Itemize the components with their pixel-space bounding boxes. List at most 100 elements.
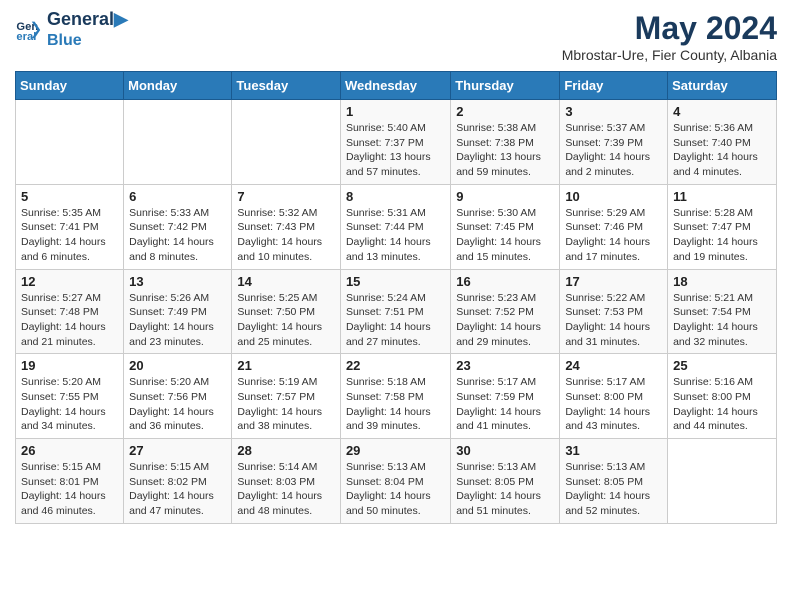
cell-info: Sunrise: 5:16 AM Sunset: 8:00 PM Dayligh… bbox=[673, 375, 771, 434]
title-area: May 2024 Mbrostar-Ure, Fier County, Alba… bbox=[562, 10, 777, 63]
week-row-3: 12 Sunrise: 5:27 AM Sunset: 7:48 PM Dayli… bbox=[16, 269, 777, 354]
cell-info: Sunrise: 5:13 AM Sunset: 8:05 PM Dayligh… bbox=[565, 460, 662, 519]
logo: Gen eral General▶ Blue bbox=[15, 10, 128, 50]
day-header-sunday: Sunday bbox=[16, 72, 124, 100]
calendar-cell: 13Sunrise: 5:26 AM Sunset: 7:49 PM Dayli… bbox=[124, 269, 232, 354]
calendar-cell bbox=[668, 439, 777, 524]
day-number: 12 bbox=[21, 274, 118, 289]
cell-info: Sunrise: 5:33 AM Sunset: 7:42 PM Dayligh… bbox=[129, 206, 226, 265]
cell-info: Sunrise: 5:40 AM Sunset: 7:37 PM Dayligh… bbox=[346, 121, 445, 180]
calendar-cell: 15Sunrise: 5:24 AM Sunset: 7:51 PM Dayli… bbox=[340, 269, 450, 354]
day-number: 9 bbox=[456, 189, 554, 204]
day-number: 26 bbox=[21, 443, 118, 458]
calendar-cell: 26 Sunrise: 5:15 AM Sunset: 8:01 PM Dayli… bbox=[16, 439, 124, 524]
week-row-4: 19 Sunrise: 5:20 AM Sunset: 7:55 PM Dayli… bbox=[16, 354, 777, 439]
day-number: 18 bbox=[673, 274, 771, 289]
day-header-saturday: Saturday bbox=[668, 72, 777, 100]
calendar-cell bbox=[16, 100, 124, 185]
calendar-cell: 7 Sunrise: 5:32 AM Sunset: 7:43 PM Daylig… bbox=[232, 184, 341, 269]
calendar-cell: 24 Sunrise: 5:17 AM Sunset: 8:00 PM Dayli… bbox=[560, 354, 668, 439]
day-number: 17 bbox=[565, 274, 662, 289]
calendar-cell: 20 Sunrise: 5:20 AM Sunset: 7:56 PM Dayli… bbox=[124, 354, 232, 439]
cell-info: Sunrise: 5:14 AM Sunset: 8:03 PM Dayligh… bbox=[237, 460, 335, 519]
day-number: 28 bbox=[237, 443, 335, 458]
day-number: 23 bbox=[456, 358, 554, 373]
day-number: 5 bbox=[21, 189, 118, 204]
day-number: 16 bbox=[456, 274, 554, 289]
calendar-cell: 21 Sunrise: 5:19 AM Sunset: 7:57 PM Dayli… bbox=[232, 354, 341, 439]
logo-text: General▶ bbox=[47, 10, 128, 30]
day-number: 6 bbox=[129, 189, 226, 204]
calendar-cell: 11 Sunrise: 5:28 AM Sunset: 7:47 PM Dayli… bbox=[668, 184, 777, 269]
cell-info: Sunrise: 5:17 AM Sunset: 8:00 PM Dayligh… bbox=[565, 375, 662, 434]
day-number: 29 bbox=[346, 443, 445, 458]
day-number: 21 bbox=[237, 358, 335, 373]
day-number: 24 bbox=[565, 358, 662, 373]
day-header-tuesday: Tuesday bbox=[232, 72, 341, 100]
cell-info: Sunrise: 5:20 AM Sunset: 7:56 PM Dayligh… bbox=[129, 375, 226, 434]
day-number: 8 bbox=[346, 189, 445, 204]
calendar-cell: 18 Sunrise: 5:21 AM Sunset: 7:54 PM Dayli… bbox=[668, 269, 777, 354]
day-number: 3 bbox=[565, 104, 662, 119]
cell-info: Sunrise: 5:28 AM Sunset: 7:47 PM Dayligh… bbox=[673, 206, 771, 265]
cell-info: Sunrise: 5:21 AM Sunset: 7:54 PM Dayligh… bbox=[673, 291, 771, 350]
day-number: 4 bbox=[673, 104, 771, 119]
calendar-cell: 31Sunrise: 5:13 AM Sunset: 8:05 PM Dayli… bbox=[560, 439, 668, 524]
day-number: 19 bbox=[21, 358, 118, 373]
cell-info: Sunrise: 5:15 AM Sunset: 8:01 PM Dayligh… bbox=[21, 460, 118, 519]
week-row-1: 1 Sunrise: 5:40 AM Sunset: 7:37 PM Daylig… bbox=[16, 100, 777, 185]
cell-info: Sunrise: 5:31 AM Sunset: 7:44 PM Dayligh… bbox=[346, 206, 445, 265]
header: Gen eral General▶ Blue May 2024 Mbrostar… bbox=[15, 10, 777, 63]
day-number: 27 bbox=[129, 443, 226, 458]
calendar-cell: 17 Sunrise: 5:22 AM Sunset: 7:53 PM Dayli… bbox=[560, 269, 668, 354]
calendar-cell: 28 Sunrise: 5:14 AM Sunset: 8:03 PM Dayli… bbox=[232, 439, 341, 524]
calendar-cell: 6 Sunrise: 5:33 AM Sunset: 7:42 PM Daylig… bbox=[124, 184, 232, 269]
calendar-cell: 9 Sunrise: 5:30 AM Sunset: 7:45 PM Daylig… bbox=[451, 184, 560, 269]
calendar-cell: 16 Sunrise: 5:23 AM Sunset: 7:52 PM Dayli… bbox=[451, 269, 560, 354]
calendar-cell: 19 Sunrise: 5:20 AM Sunset: 7:55 PM Dayli… bbox=[16, 354, 124, 439]
cell-info: Sunrise: 5:23 AM Sunset: 7:52 PM Dayligh… bbox=[456, 291, 554, 350]
calendar-cell: 29 Sunrise: 5:13 AM Sunset: 8:04 PM Dayli… bbox=[340, 439, 450, 524]
cell-info: Sunrise: 5:38 AM Sunset: 7:38 PM Dayligh… bbox=[456, 121, 554, 180]
week-row-2: 5 Sunrise: 5:35 AM Sunset: 7:41 PM Daylig… bbox=[16, 184, 777, 269]
calendar-table: SundayMondayTuesdayWednesdayThursdayFrid… bbox=[15, 71, 777, 524]
main-title: May 2024 bbox=[562, 10, 777, 47]
calendar-cell: 25Sunrise: 5:16 AM Sunset: 8:00 PM Dayli… bbox=[668, 354, 777, 439]
cell-info: Sunrise: 5:27 AM Sunset: 7:48 PM Dayligh… bbox=[21, 291, 118, 350]
cell-info: Sunrise: 5:35 AM Sunset: 7:41 PM Dayligh… bbox=[21, 206, 118, 265]
cell-info: Sunrise: 5:13 AM Sunset: 8:04 PM Dayligh… bbox=[346, 460, 445, 519]
calendar-cell: 5 Sunrise: 5:35 AM Sunset: 7:41 PM Daylig… bbox=[16, 184, 124, 269]
cell-info: Sunrise: 5:22 AM Sunset: 7:53 PM Dayligh… bbox=[565, 291, 662, 350]
cell-info: Sunrise: 5:37 AM Sunset: 7:39 PM Dayligh… bbox=[565, 121, 662, 180]
day-number: 1 bbox=[346, 104, 445, 119]
calendar-cell: 30Sunrise: 5:13 AM Sunset: 8:05 PM Dayli… bbox=[451, 439, 560, 524]
cell-info: Sunrise: 5:25 AM Sunset: 7:50 PM Dayligh… bbox=[237, 291, 335, 350]
logo-icon: Gen eral bbox=[15, 16, 43, 44]
cell-info: Sunrise: 5:32 AM Sunset: 7:43 PM Dayligh… bbox=[237, 206, 335, 265]
calendar-cell: 12 Sunrise: 5:27 AM Sunset: 7:48 PM Dayli… bbox=[16, 269, 124, 354]
cell-info: Sunrise: 5:13 AM Sunset: 8:05 PM Dayligh… bbox=[456, 460, 554, 519]
calendar-cell: 10Sunrise: 5:29 AM Sunset: 7:46 PM Dayli… bbox=[560, 184, 668, 269]
logo-subtext: Blue bbox=[47, 30, 128, 50]
day-header-wednesday: Wednesday bbox=[340, 72, 450, 100]
calendar-cell: 22 Sunrise: 5:18 AM Sunset: 7:58 PM Dayli… bbox=[340, 354, 450, 439]
calendar-cell: 3 Sunrise: 5:37 AM Sunset: 7:39 PM Daylig… bbox=[560, 100, 668, 185]
days-header-row: SundayMondayTuesdayWednesdayThursdayFrid… bbox=[16, 72, 777, 100]
cell-info: Sunrise: 5:19 AM Sunset: 7:57 PM Dayligh… bbox=[237, 375, 335, 434]
cell-info: Sunrise: 5:18 AM Sunset: 7:58 PM Dayligh… bbox=[346, 375, 445, 434]
cell-info: Sunrise: 5:29 AM Sunset: 7:46 PM Dayligh… bbox=[565, 206, 662, 265]
day-number: 2 bbox=[456, 104, 554, 119]
cell-info: Sunrise: 5:15 AM Sunset: 8:02 PM Dayligh… bbox=[129, 460, 226, 519]
day-number: 11 bbox=[673, 189, 771, 204]
calendar-cell: 8 Sunrise: 5:31 AM Sunset: 7:44 PM Daylig… bbox=[340, 184, 450, 269]
cell-info: Sunrise: 5:30 AM Sunset: 7:45 PM Dayligh… bbox=[456, 206, 554, 265]
day-number: 7 bbox=[237, 189, 335, 204]
calendar-cell: 2 Sunrise: 5:38 AM Sunset: 7:38 PM Daylig… bbox=[451, 100, 560, 185]
calendar-cell bbox=[124, 100, 232, 185]
day-number: 22 bbox=[346, 358, 445, 373]
calendar-cell bbox=[232, 100, 341, 185]
calendar-cell: 4Sunrise: 5:36 AM Sunset: 7:40 PM Daylig… bbox=[668, 100, 777, 185]
day-number: 20 bbox=[129, 358, 226, 373]
cell-info: Sunrise: 5:20 AM Sunset: 7:55 PM Dayligh… bbox=[21, 375, 118, 434]
calendar-cell: 27 Sunrise: 5:15 AM Sunset: 8:02 PM Dayli… bbox=[124, 439, 232, 524]
